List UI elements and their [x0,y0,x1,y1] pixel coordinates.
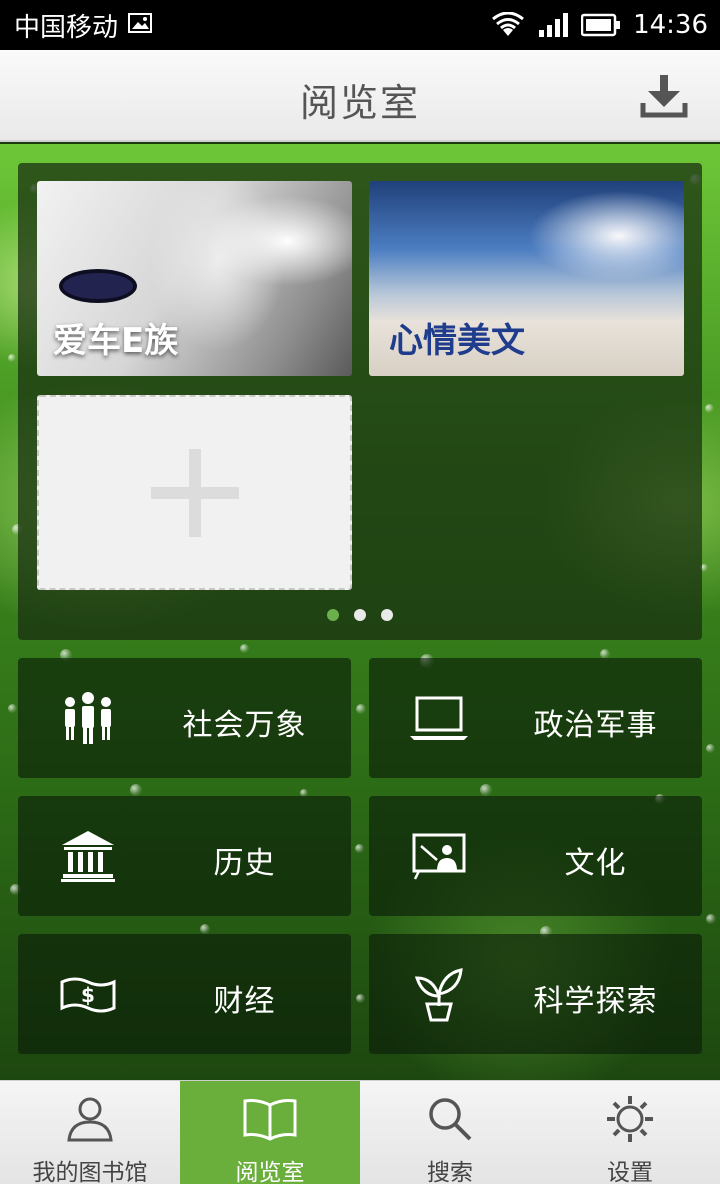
featured-card-car[interactable]: 爱车E族 [37,181,352,376]
page-indicator [18,609,702,621]
category-label: 科学探索 [533,984,658,1019]
clock-time: 14:36 [633,10,708,40]
featured-card-label: 心情美文 [389,321,525,361]
page-title: 阅览室 [299,81,420,125]
category-label: 历史 [213,846,276,881]
nav-reading-room[interactable]: 阅览室 [180,1081,360,1184]
people-icon [58,688,118,748]
status-bar: 中国移动 14:36 [0,0,720,50]
category-culture[interactable]: 文化 [369,796,702,916]
user-icon [62,1091,118,1147]
signal-icon [537,12,569,38]
page-dot[interactable] [327,609,339,621]
nav-label: 搜索 [427,1160,473,1184]
status-right: 14:36 [491,10,708,40]
battery-icon [581,13,621,37]
category-science[interactable]: 科学探索 [369,934,702,1054]
gear-icon [602,1091,658,1147]
sprout-icon [409,964,469,1024]
plus-icon [150,448,239,537]
svg-text:$: $ [81,983,95,1007]
page-dot[interactable] [354,609,366,621]
page-dot[interactable] [381,609,393,621]
category-history[interactable]: 历史 [18,796,351,916]
ring-image [59,269,137,303]
carrier-name: 中国移动 [14,12,119,43]
bottom-nav: 我的图书馆 阅览室 搜索 设置 [0,1080,720,1184]
nav-label: 阅览室 [235,1160,305,1184]
museum-icon [58,826,118,886]
wifi-icon [491,12,525,38]
presentation-icon [409,826,469,886]
nav-my-library[interactable]: 我的图书馆 [0,1081,180,1184]
app-header: 阅览室 [0,50,720,142]
featured-panel: 爱车E族 心情美文 [18,163,702,640]
featured-card-mood[interactable]: 心情美文 [369,181,684,376]
download-icon [640,75,688,118]
category-finance[interactable]: $ 财经 [18,934,351,1054]
category-label: 文化 [564,846,627,881]
nav-label: 设置 [607,1160,653,1184]
category-label: 社会万象 [182,708,307,743]
nav-settings[interactable]: 设置 [540,1081,720,1184]
category-society[interactable]: 社会万象 [18,658,351,778]
nav-search[interactable]: 搜索 [360,1081,540,1184]
status-left: 中国移动 [14,7,153,44]
add-subscription-button[interactable] [37,395,352,590]
category-label: 财经 [213,984,276,1019]
download-button[interactable] [638,70,690,122]
nav-label: 我的图书馆 [32,1160,148,1184]
image-notification-icon [128,10,153,40]
category-label: 政治军事 [533,708,658,743]
laptop-icon [409,688,469,748]
money-icon: $ [58,964,118,1024]
screen: 中国移动 14:36 阅览室 爱车E族 心情美文 社会万象 政治军事 历史 文化… [0,0,720,1184]
book-icon [242,1091,298,1147]
featured-card-label: 爱车E族 [53,321,179,361]
category-politics[interactable]: 政治军事 [369,658,702,778]
search-icon [422,1091,478,1147]
